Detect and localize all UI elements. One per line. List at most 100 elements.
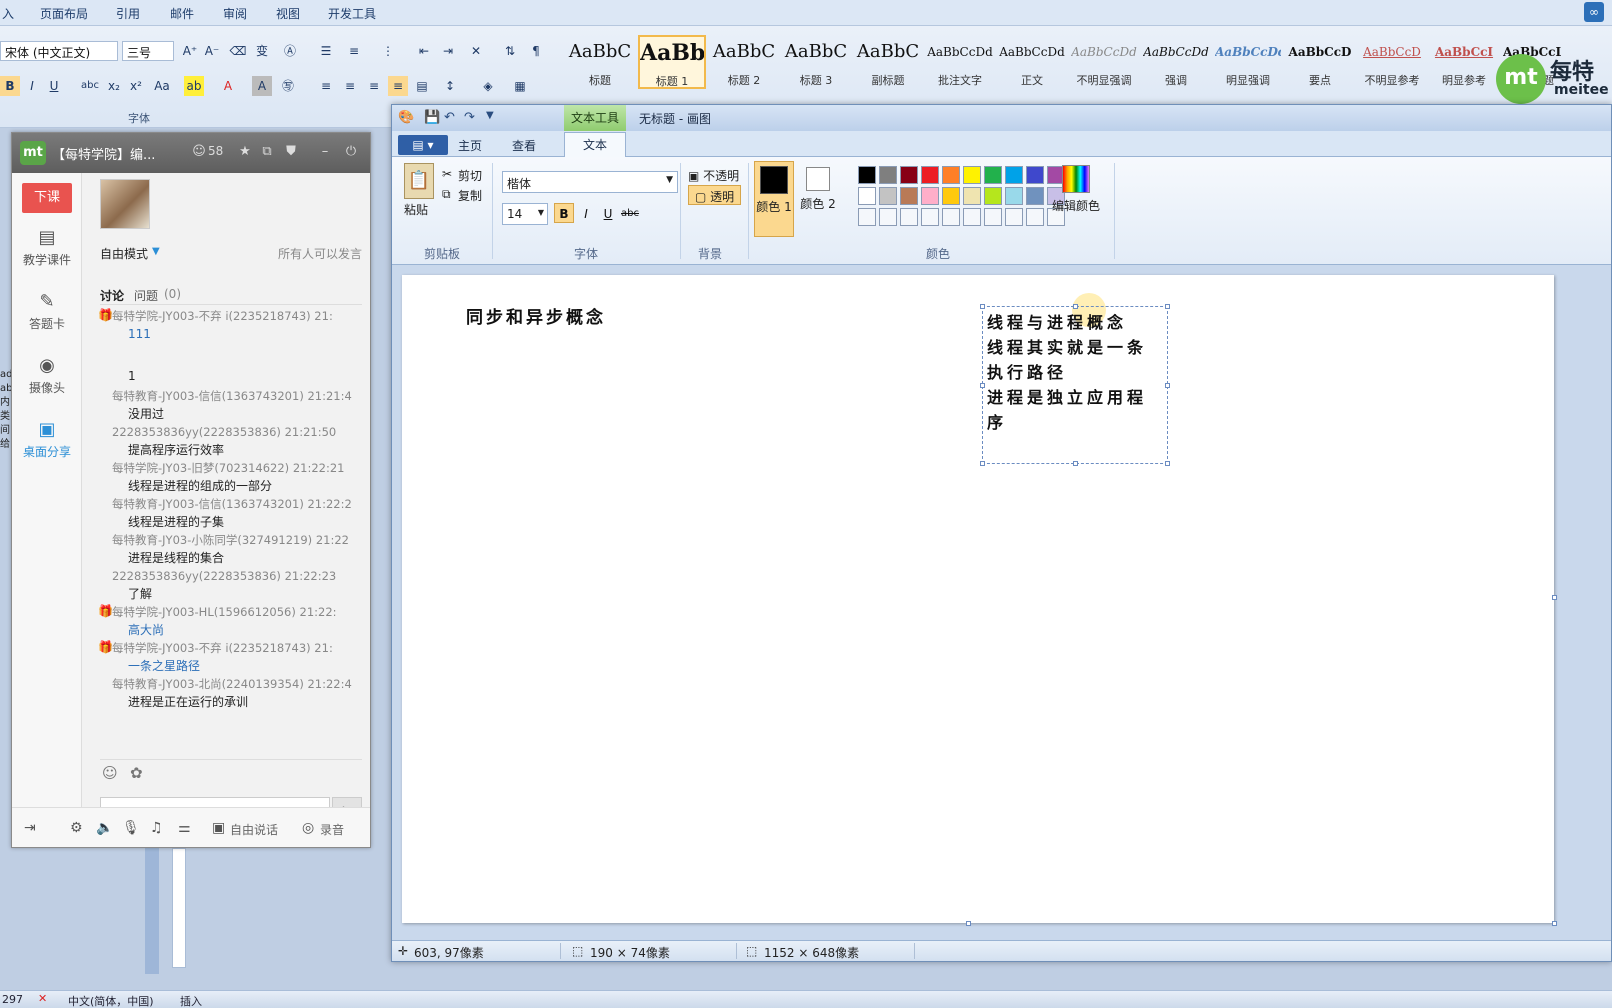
palette-swatch[interactable] [1005, 187, 1023, 205]
borders-icon[interactable]: ▦ [510, 76, 530, 96]
distribute-icon[interactable]: ▤ [412, 76, 432, 96]
record-label[interactable]: 录音 [320, 821, 344, 838]
cut-button[interactable]: 剪切 [458, 167, 482, 184]
underline-icon[interactable]: U [44, 76, 64, 96]
paint-canvas[interactable]: 同步和异步概念 线程与进程概念 线程其实就是一条 执行路径 进程是独立应用程 序 [402, 275, 1554, 923]
font-family-combo[interactable]: 楷体 ▼ [502, 171, 678, 193]
word-font-name-combo[interactable]: 宋体 (中文正文) [0, 41, 118, 61]
opaque-option[interactable]: ▣ 不透明 [688, 167, 739, 184]
resize-handle[interactable] [1165, 461, 1170, 466]
tab-home[interactable]: 主页 [458, 137, 482, 154]
undo-icon[interactable]: ↶ [444, 110, 455, 125]
color-2-selector[interactable]: 颜色 2 [798, 161, 838, 237]
paste-icon[interactable]: 📋 [404, 163, 434, 199]
canvas-resize-handle[interactable] [966, 921, 971, 926]
resize-handle[interactable] [980, 383, 985, 388]
strikethrough-icon[interactable]: abc [80, 76, 100, 96]
change-case-icon[interactable]: Aa [152, 76, 172, 96]
nav-desktop-share[interactable]: ▣ 桌面分享 [12, 417, 82, 475]
palette-swatch[interactable] [858, 166, 876, 184]
palette-swatch[interactable] [858, 187, 876, 205]
line-spacing-icon[interactable]: ↕ [440, 76, 460, 96]
word-tab-view[interactable]: 视图 [276, 5, 300, 22]
word-status-language[interactable]: 中文(简体，中国) [68, 993, 154, 1008]
sort-icon[interactable]: ⇅ [500, 41, 520, 61]
tab-discussion[interactable]: 讨论 [100, 287, 124, 304]
transparent-option[interactable]: ▢ 透明 [688, 185, 742, 205]
canvas-resize-handle[interactable] [1552, 595, 1557, 600]
palette-swatch[interactable] [963, 166, 981, 184]
paint-title-bar[interactable]: 🎨 💾 ↶ ↷ ▼ 文本工具 无标题 - 画图 [392, 105, 1611, 131]
classroom-title-bar[interactable]: mt 【每特学院】编... ☺ 58 ★ ⧉ ⛊ – ⏻ [12, 133, 370, 173]
italic-button[interactable]: I [576, 203, 596, 223]
word-tab-mailings[interactable]: 邮件 [170, 5, 194, 22]
style-intense-emphasis[interactable]: AaBbCcDd 明显强调 [1214, 35, 1282, 89]
underline-button[interactable]: U [598, 203, 618, 223]
chat-message-list[interactable]: 🎁 每特学院-JY003-不弃 i(2235218743) 21: 111 1 … [92, 307, 370, 719]
style-subtitle[interactable]: AaBbC 副标题 [854, 35, 922, 89]
copy-button[interactable]: 复制 [458, 187, 482, 204]
bold-icon[interactable]: B [0, 76, 20, 96]
palette-swatch[interactable] [1005, 208, 1023, 226]
quick-access-dropdown-icon[interactable]: ▼ [486, 110, 494, 121]
palette-swatch[interactable] [900, 166, 918, 184]
decrease-indent-icon[interactable]: ⇤ [414, 41, 434, 61]
highlight-icon[interactable]: ab [184, 76, 204, 96]
resize-handle[interactable] [980, 304, 985, 309]
cloud-sync-icon[interactable]: ∞ [1584, 2, 1604, 22]
emoji-icon[interactable]: ☺ [102, 764, 118, 782]
word-tab-review[interactable]: 审阅 [223, 5, 247, 22]
palette-swatch[interactable] [858, 208, 876, 226]
style-normal[interactable]: AaBbCcDd 正文 [998, 35, 1066, 89]
resize-handle[interactable] [1165, 383, 1170, 388]
style-strong[interactable]: AaBbCcD 要点 [1286, 35, 1354, 89]
music-icon[interactable]: ♫ [150, 820, 163, 836]
style-comment-text[interactable]: AaBbCcDd 批注文字 [926, 35, 994, 89]
palette-swatch[interactable] [963, 187, 981, 205]
palette-swatch[interactable] [942, 166, 960, 184]
multilevel-list-icon[interactable]: ⋮ [378, 41, 398, 61]
canvas-resize-handle[interactable] [1552, 921, 1557, 926]
paste-button[interactable]: 粘贴 [404, 201, 428, 218]
numbering-icon[interactable]: ≡ [344, 41, 364, 61]
word-scrollbar[interactable] [145, 848, 159, 974]
font-color-icon[interactable]: A [218, 76, 238, 96]
chinese-layout-icon[interactable]: ✕ [466, 41, 486, 61]
strikethrough-button[interactable]: abc [620, 203, 640, 223]
palette-swatch[interactable] [879, 187, 897, 205]
minimize-icon[interactable]: – [316, 143, 334, 161]
increase-indent-icon[interactable]: ⇥ [438, 41, 458, 61]
resize-handle[interactable] [1165, 304, 1170, 309]
word-tab-page-layout[interactable]: 页面布局 [40, 5, 88, 22]
style-heading-1[interactable]: AaBb 标题 1 [638, 35, 706, 89]
palette-swatch[interactable] [1026, 166, 1044, 184]
palette-swatch[interactable] [1005, 166, 1023, 184]
power-icon[interactable]: ⏻ [342, 143, 360, 161]
dismiss-class-button[interactable]: 下课 [22, 183, 72, 213]
palette-swatch[interactable] [942, 187, 960, 205]
bold-button[interactable]: B [554, 203, 574, 223]
resize-handle[interactable] [1073, 304, 1078, 309]
style-emphasis[interactable]: AaBbCcDd 强调 [1142, 35, 1210, 89]
show-marks-icon[interactable]: ¶ [526, 41, 546, 61]
style-heading-3[interactable]: AaBbC 标题 3 [782, 35, 850, 89]
align-left-icon[interactable]: ≡ [316, 76, 336, 96]
palette-swatch[interactable] [942, 208, 960, 226]
subscript-icon[interactable]: x₂ [104, 76, 124, 96]
grow-font-icon[interactable]: A⁺ [180, 41, 200, 61]
palette-swatch[interactable] [963, 208, 981, 226]
clear-format-icon[interactable]: ⌫ [228, 41, 248, 61]
palette-swatch[interactable] [921, 187, 939, 205]
popout-icon[interactable]: ⧉ [258, 143, 276, 161]
resize-handle[interactable] [980, 461, 985, 466]
nav-answer-card[interactable]: ✎ 答题卡 [12, 289, 82, 347]
color-1-selector[interactable]: 颜色 1 [754, 161, 794, 237]
palette-swatch[interactable] [900, 208, 918, 226]
palette-swatch[interactable] [984, 187, 1002, 205]
microphone-icon[interactable]: 🎙 [122, 820, 140, 836]
superscript-icon[interactable]: x² [126, 76, 146, 96]
edit-colors-button[interactable]: 编辑颜色 [1046, 161, 1106, 214]
justify-icon[interactable]: ≡ [388, 76, 408, 96]
text-box[interactable]: 线程与进程概念 线程其实就是一条 执行路径 进程是独立应用程 序 [980, 304, 1170, 466]
shrink-font-icon[interactable]: A⁻ [202, 41, 222, 61]
